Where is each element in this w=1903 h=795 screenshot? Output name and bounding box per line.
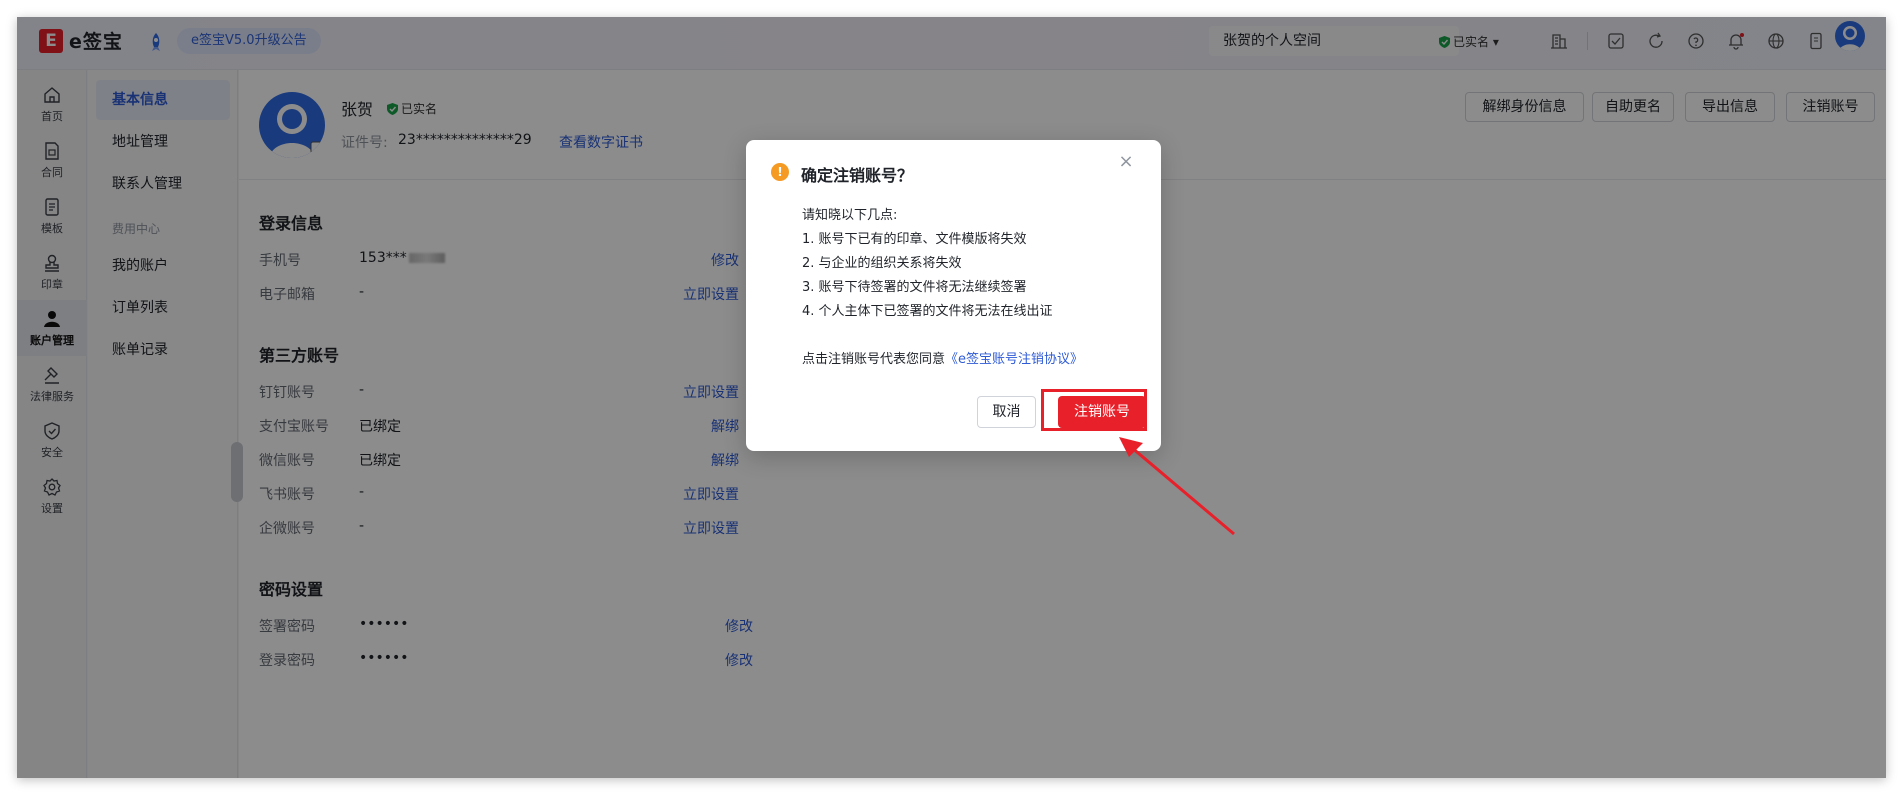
- dialog-intro: 请知晓以下几点:: [802, 208, 898, 223]
- warning-icon: !: [771, 163, 789, 181]
- dialog-cancel-button[interactable]: 取消: [977, 396, 1036, 428]
- dialog-title: 确定注销账号？: [801, 166, 914, 185]
- dialog-point: 1. 账号下已有的印章、文件模版将失效: [802, 232, 1027, 247]
- agreement-prefix: 点击注销账号代表您同意: [802, 352, 946, 367]
- app-window: E e签宝 e签宝V5.0升级公告 张贺的个人空间 已实名 ▾ 首页 合同 模板…: [17, 17, 1886, 778]
- close-icon[interactable]: ×: [1116, 152, 1136, 172]
- dialog-point: 4. 个人主体下已签署的文件将无法在线出证: [802, 304, 1053, 319]
- dialog-point: 3. 账号下待签署的文件将无法继续签署: [802, 280, 1027, 295]
- dialog-agreement: 点击注销账号代表您同意《e签宝账号注销协议》: [802, 348, 1083, 367]
- highlight-box: [1041, 389, 1147, 431]
- agreement-link[interactable]: 《e签宝账号注销协议》: [945, 352, 1083, 367]
- dialog-point: 2. 与企业的组织关系将失效: [802, 256, 962, 271]
- annotation-arrow-icon: [1119, 437, 1235, 536]
